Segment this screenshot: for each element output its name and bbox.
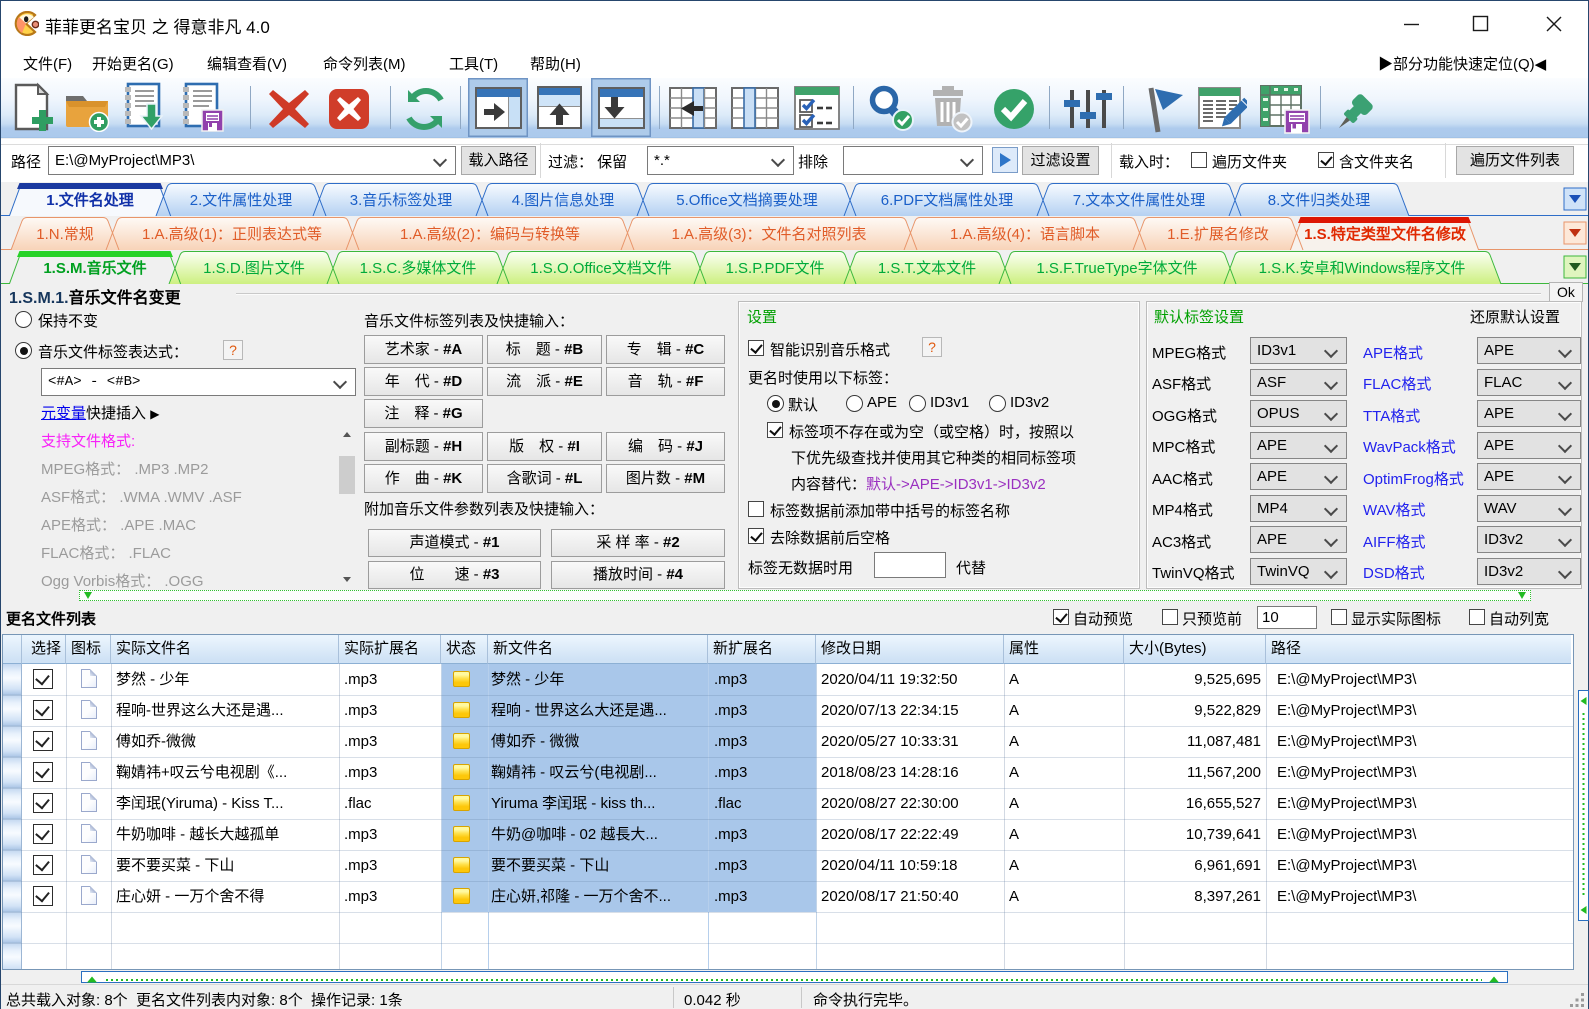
svg-text:6.PDF文档属性处理: 6.PDF文档属性处理 [881, 192, 1014, 209]
svg-text:1.S.特定类型文件名修改: 1.S.特定类型文件名修改 [1304, 225, 1467, 243]
svg-text:1.A.高级(3)：文件名对照列表: 1.A.高级(3)：文件名对照列表 [671, 226, 866, 243]
svg-text:1.S.K.安卓和Windows程序文件: 1.S.K.安卓和Windows程序文件 [1259, 260, 1466, 277]
svg-text:1.N.常规: 1.N.常规 [36, 226, 94, 243]
svg-text:1.S.P.PDF文件: 1.S.P.PDF文件 [726, 260, 825, 277]
svg-text:2.文件属性处理: 2.文件属性处理 [190, 192, 293, 209]
svg-text:1.S.F.TrueType字体文件: 1.S.F.TrueType字体文件 [1036, 260, 1197, 277]
svg-text:4.图片信息处理: 4.图片信息处理 [512, 192, 615, 209]
svg-text:1.S.T.文本文件: 1.S.T.文本文件 [878, 260, 976, 277]
svg-text:1.S.D.图片文件: 1.S.D.图片文件 [203, 260, 305, 277]
svg-text:1.S.O.Office文档文件: 1.S.O.Office文档文件 [530, 260, 671, 277]
svg-text:3.音乐标签处理: 3.音乐标签处理 [350, 192, 453, 209]
svg-text:1.A.高级(2)：编码与转换等: 1.A.高级(2)：编码与转换等 [400, 225, 580, 243]
svg-text:5.Office文档摘要处理: 5.Office文档摘要处理 [676, 191, 817, 209]
svg-text:1.S.M.音乐文件: 1.S.M.音乐文件 [43, 259, 146, 277]
svg-text:1.文件名处理: 1.文件名处理 [46, 191, 134, 209]
svg-text:1.A.高级(4)：语言脚本: 1.A.高级(4)：语言脚本 [950, 226, 1100, 243]
svg-text:8.文件归类处理: 8.文件归类处理 [1268, 192, 1371, 209]
svg-text:7.文本文件属性处理: 7.文本文件属性处理 [1073, 192, 1206, 209]
svg-text:1.S.C.多媒体文件: 1.S.C.多媒体文件 [360, 260, 477, 277]
svg-text:1.A.高级(1)：正则表达式等: 1.A.高级(1)：正则表达式等 [142, 225, 322, 243]
svg-text:1.E.扩展名修改: 1.E.扩展名修改 [1167, 226, 1269, 243]
